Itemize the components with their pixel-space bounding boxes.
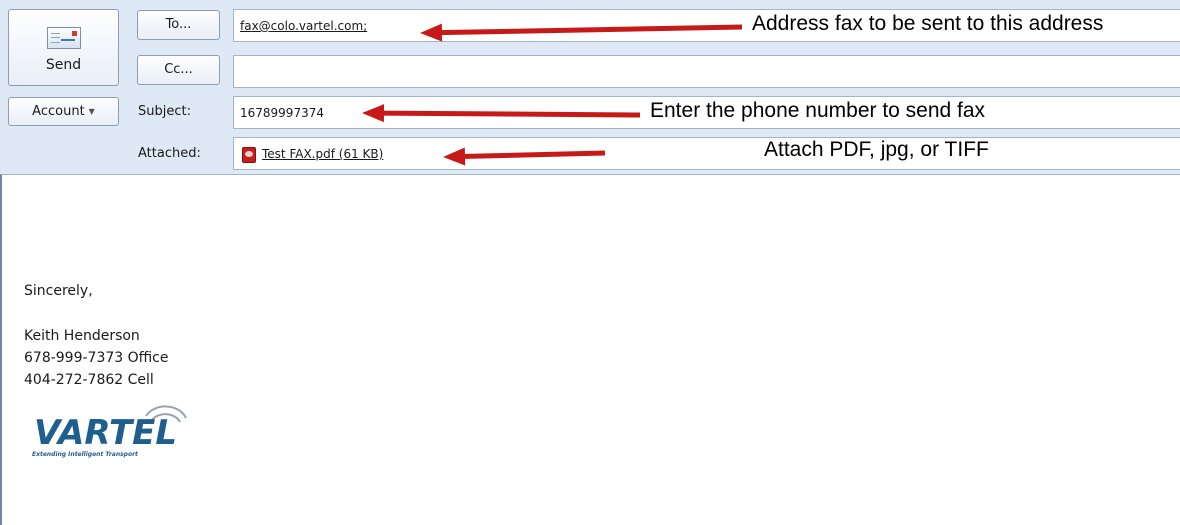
arrow-attach [443, 147, 606, 166]
signature-name: Keith Henderson [24, 328, 140, 344]
annotation-subject: Enter the phone number to send fax [650, 99, 986, 122]
vartel-logo: VARTEL Extending Intelligent Transport [28, 398, 208, 462]
signature-office-phone: 678-999-7373 Office [24, 350, 169, 366]
logo-wordmark: VARTEL [34, 413, 177, 453]
arrow-subject [362, 104, 641, 123]
arrow-to [420, 23, 743, 42]
annotation-attach: Attach PDF, jpg, or TIFF [764, 138, 989, 161]
logo-tagline: Extending Intelligent Transport [32, 451, 139, 458]
closing-text: Sincerely, [24, 283, 93, 299]
message-body[interactable] [0, 174, 1180, 525]
annotation-to: Address fax to be sent to this address [752, 12, 1104, 35]
signature-cell-phone: 404-272-7862 Cell [24, 372, 154, 388]
